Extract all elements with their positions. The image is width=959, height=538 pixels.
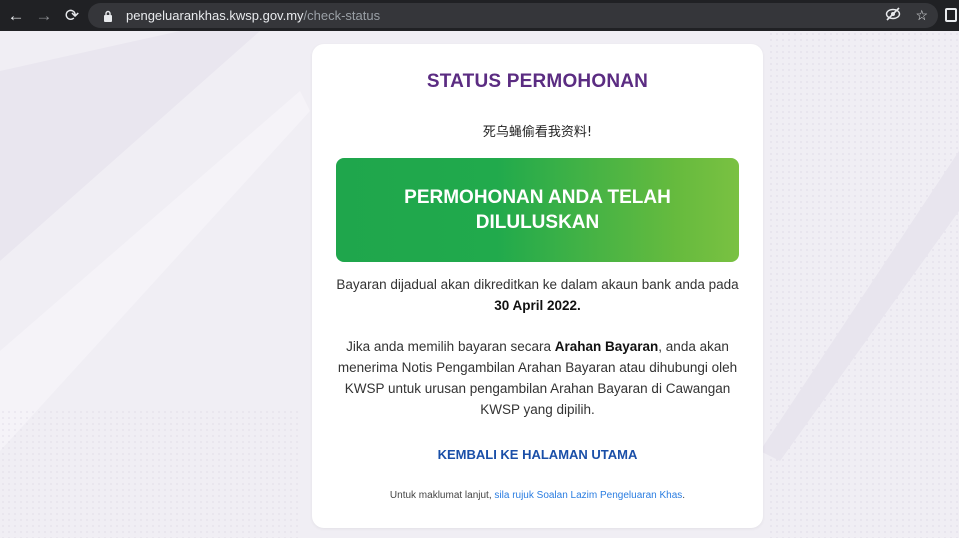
bookmark-star-icon[interactable]: ☆ [915, 7, 928, 24]
payment-date: 30 April 2022. [494, 298, 581, 313]
tracking-blocked-icon[interactable] [885, 7, 901, 24]
extension-icon[interactable] [945, 8, 957, 22]
address-bar[interactable]: pengeluarankhas.kwsp.gov.my/check-status… [88, 3, 938, 28]
back-arrow-icon[interactable]: ← [4, 4, 28, 28]
browser-toolbar: ← → ⟳ pengeluarankhas.kwsp.gov.my/check-… [0, 0, 959, 31]
reload-icon[interactable]: ⟳ [60, 4, 84, 28]
forward-arrow-icon[interactable]: → [32, 4, 56, 28]
footer-pre: Untuk maklumat lanjut, [389, 490, 495, 501]
url-host: pengeluarankhas.kwsp.gov.my [126, 8, 304, 23]
status-card: STATUS PERMOHONAN 死乌蝇偷看我资料! PERMOHONAN A… [312, 44, 763, 528]
approval-banner: PERMOHONAN ANDA TELAH DILULUSKAN [336, 158, 739, 262]
payment-instructions-text: Jika anda memilih bayaran secara Arahan … [330, 336, 745, 420]
url-text[interactable]: pengeluarankhas.kwsp.gov.my/check-status [126, 8, 380, 23]
instructions-bold: Arahan Bayaran [554, 339, 659, 354]
payment-date-text: Bayaran dijadual akan dikreditkan ke dal… [332, 274, 743, 316]
payment-date-sentence: Bayaran dijadual akan dikreditkan ke dal… [336, 277, 739, 292]
page-title: STATUS PERMOHONAN [426, 71, 649, 92]
lock-icon[interactable] [100, 8, 116, 24]
footer-note: Untuk maklumat lanjut, sila rujuk Soalan… [312, 490, 763, 501]
instructions-pre: Jika anda memilih bayaran secara [346, 339, 555, 354]
footer-post: . [682, 490, 686, 501]
approval-banner-text: PERMOHONAN ANDA TELAH DILULUSKAN [404, 187, 671, 233]
subtitle-text: 死乌蝇偷看我资料! [482, 125, 593, 140]
url-path: /check-status [303, 8, 381, 23]
back-to-home-link[interactable]: KEMBALI KE HALAMAN UTAMA [312, 447, 763, 462]
faq-link[interactable]: sila rujuk Soalan Lazim Pengeluaran Khas [494, 490, 682, 501]
